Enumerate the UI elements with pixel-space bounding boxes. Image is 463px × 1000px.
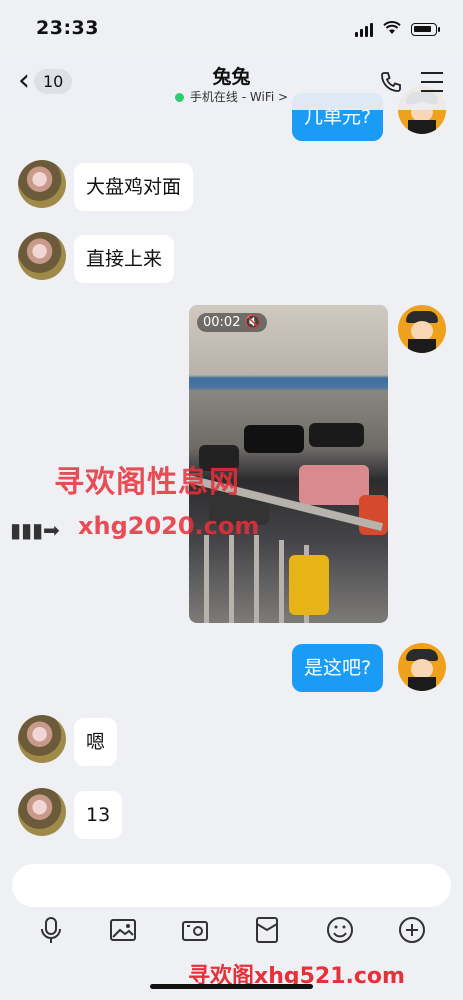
mic-icon[interactable] [36,915,66,945]
signal-icon [355,22,373,37]
message-bubble-received[interactable]: 大盘鸡对面 [74,163,194,211]
home-indicator[interactable] [150,984,313,989]
watermark-text: 寻欢阁性息网 [54,465,240,500]
image-icon[interactable] [108,915,138,945]
my-avatar[interactable] [398,305,446,353]
wifi-icon [383,20,401,39]
video-duration: 00:02 🔇 [197,313,267,332]
message-bubble-received[interactable]: 13 [74,791,123,839]
contact-avatar[interactable] [18,160,66,208]
muted-icon: 🔇 [244,315,261,330]
status-bar: 23:33 [0,0,463,56]
chat-header: ‹ 10 兔兔 手机在线 - WiFi > [0,56,463,110]
red-packet-icon[interactable] [252,915,282,945]
battery-icon [411,23,440,36]
watermark-url: xhg2020.com [78,512,260,540]
contact-avatar[interactable] [18,232,66,280]
camera-icon[interactable] [180,915,210,945]
status-time: 23:33 [36,17,99,39]
phone-call-icon[interactable] [379,70,403,98]
message-bubble-received[interactable]: 嗯 [74,718,118,766]
online-dot-icon [174,93,184,102]
composer-toolbar [0,915,463,955]
chevron-right-icon: > [278,90,289,104]
message-bubble-sent[interactable]: 是这吧? [292,644,384,692]
my-avatar[interactable] [398,643,446,691]
message-bubble-received[interactable]: 直接上来 [74,235,175,283]
contact-avatar[interactable] [18,715,66,763]
message-input[interactable] [12,864,451,907]
arrow-watermark-icon: ▮▮▮➡ [10,518,60,542]
contact-avatar[interactable] [18,788,66,836]
emoji-icon[interactable] [325,915,355,945]
menu-icon[interactable] [421,72,443,99]
plus-icon[interactable] [397,915,427,945]
chat-area[interactable]: 几单元? 大盘鸡对面 直接上来 00:02 🔇 是这吧? 嗯 13 ▮▮▮➡ 寻… [0,0,463,855]
